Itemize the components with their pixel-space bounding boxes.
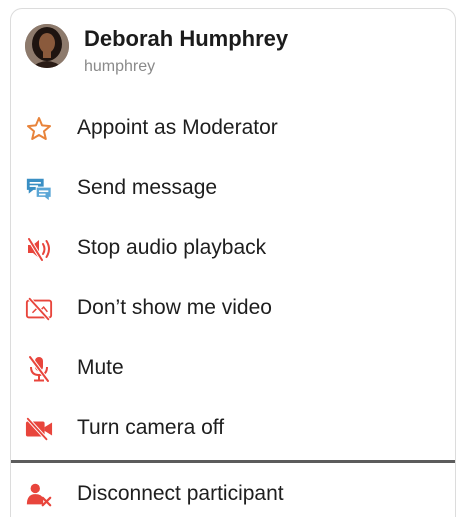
menu-item-send-message[interactable]: Send message: [11, 159, 455, 219]
participant-header: Deborah Humphrey humphrey: [11, 9, 455, 95]
participant-name: Deborah Humphrey: [84, 26, 289, 51]
camera-off-icon: [25, 415, 53, 443]
menu-item-label: Stop audio playback: [77, 236, 267, 259]
menu-item-label: Send message: [77, 176, 218, 199]
video-hidden-icon: [25, 295, 53, 323]
menu-item-label: Don’t show me video: [77, 296, 272, 319]
star-outline-icon: [25, 115, 53, 143]
participant-username: humphrey: [84, 58, 156, 75]
avatar: [25, 24, 69, 68]
speaker-muted-icon: [25, 235, 53, 263]
menu-item-appoint-moderator[interactable]: Appoint as Moderator: [11, 99, 455, 159]
menu-item-disconnect-participant[interactable]: Disconnect participant: [11, 465, 455, 525]
menu-item-stop-audio[interactable]: Stop audio playback: [11, 219, 455, 279]
menu-item-hide-video[interactable]: Don’t show me video: [11, 279, 455, 339]
participant-context-menu: Deborah Humphrey humphrey Appoint as Mod…: [10, 8, 456, 517]
menu-item-label: Mute: [77, 356, 124, 379]
chat-bubbles-icon: [25, 175, 53, 203]
microphone-off-icon: [25, 355, 53, 383]
menu-item-label: Disconnect participant: [77, 482, 284, 505]
menu-item-turn-camera-off[interactable]: Turn camera off: [11, 399, 455, 459]
menu-item-label: Turn camera off: [77, 416, 225, 439]
menu-divider: [11, 460, 455, 463]
menu-item-mute[interactable]: Mute: [11, 339, 455, 399]
menu-item-label: Appoint as Moderator: [77, 116, 278, 139]
remove-user-icon: [25, 481, 53, 509]
